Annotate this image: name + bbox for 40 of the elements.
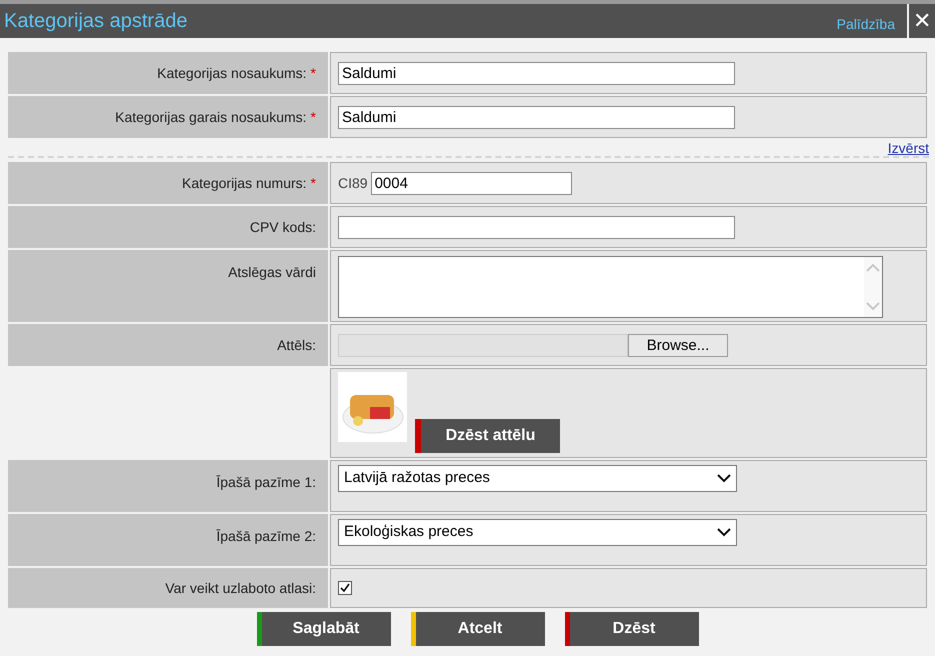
- field-label: Kategorijas nosaukums:: [157, 64, 307, 83]
- field-label: CPV kods:: [250, 218, 316, 236]
- action-button[interactable]: Dzēst: [564, 612, 698, 646]
- chevron-down-icon: [717, 474, 731, 483]
- photo-placeholder: [338, 372, 407, 442]
- number-field[interactable]: 0004: [370, 172, 572, 194]
- field-label: Atslēgas vārdi: [228, 263, 316, 282]
- close-button[interactable]: ✕: [907, 4, 935, 38]
- delete-image-button[interactable]: Dzēst attēlu: [415, 419, 560, 453]
- checkmark-icon: [340, 583, 350, 593]
- checkbox[interactable]: [338, 581, 352, 595]
- help-link[interactable]: Palīdzība: [836, 14, 895, 34]
- dropdown-value: Ekoloģiskas preces: [344, 522, 474, 542]
- keywords-textarea[interactable]: [338, 256, 883, 318]
- number-prefix: CI89: [338, 174, 368, 192]
- field-label: Īpašā pazīme 2:: [216, 527, 316, 546]
- chevron-down-icon: [717, 528, 731, 537]
- scrollbar[interactable]: [864, 257, 882, 317]
- field-label: Var veikt uzlaboto atlasi:: [165, 578, 316, 598]
- action-button[interactable]: Atcelt: [410, 612, 544, 646]
- required-asterisk: *: [310, 108, 316, 126]
- dropdown[interactable]: Ekoloģiskas preces: [338, 519, 737, 546]
- chevron-down-icon[interactable]: [866, 302, 880, 311]
- action-button[interactable]: Saglabāt: [256, 612, 390, 646]
- field-label: Kategorijas garais nosaukums:: [115, 108, 307, 127]
- chevron-up-icon[interactable]: [866, 263, 880, 272]
- field-label: Attēls:: [277, 336, 316, 354]
- field-label: Īpašā pazīme 1:: [216, 473, 316, 492]
- window-title: Kategorijas apstrāde: [3, 9, 188, 34]
- required-asterisk: *: [310, 64, 316, 82]
- expand-link[interactable]: Izvērst: [888, 140, 929, 156]
- file-path-field[interactable]: [338, 334, 628, 356]
- dropdown[interactable]: Latvijā ražotas preces: [338, 465, 737, 492]
- dropdown-value: Latvijā ražotas preces: [344, 468, 490, 488]
- text-field[interactable]: [338, 216, 735, 238]
- required-asterisk: *: [310, 174, 316, 192]
- text-field[interactable]: Saldumi: [338, 62, 735, 84]
- text-field[interactable]: Saldumi: [338, 106, 735, 128]
- field-label: Kategorijas numurs:: [182, 174, 307, 193]
- browse-button[interactable]: Browse...: [628, 334, 728, 356]
